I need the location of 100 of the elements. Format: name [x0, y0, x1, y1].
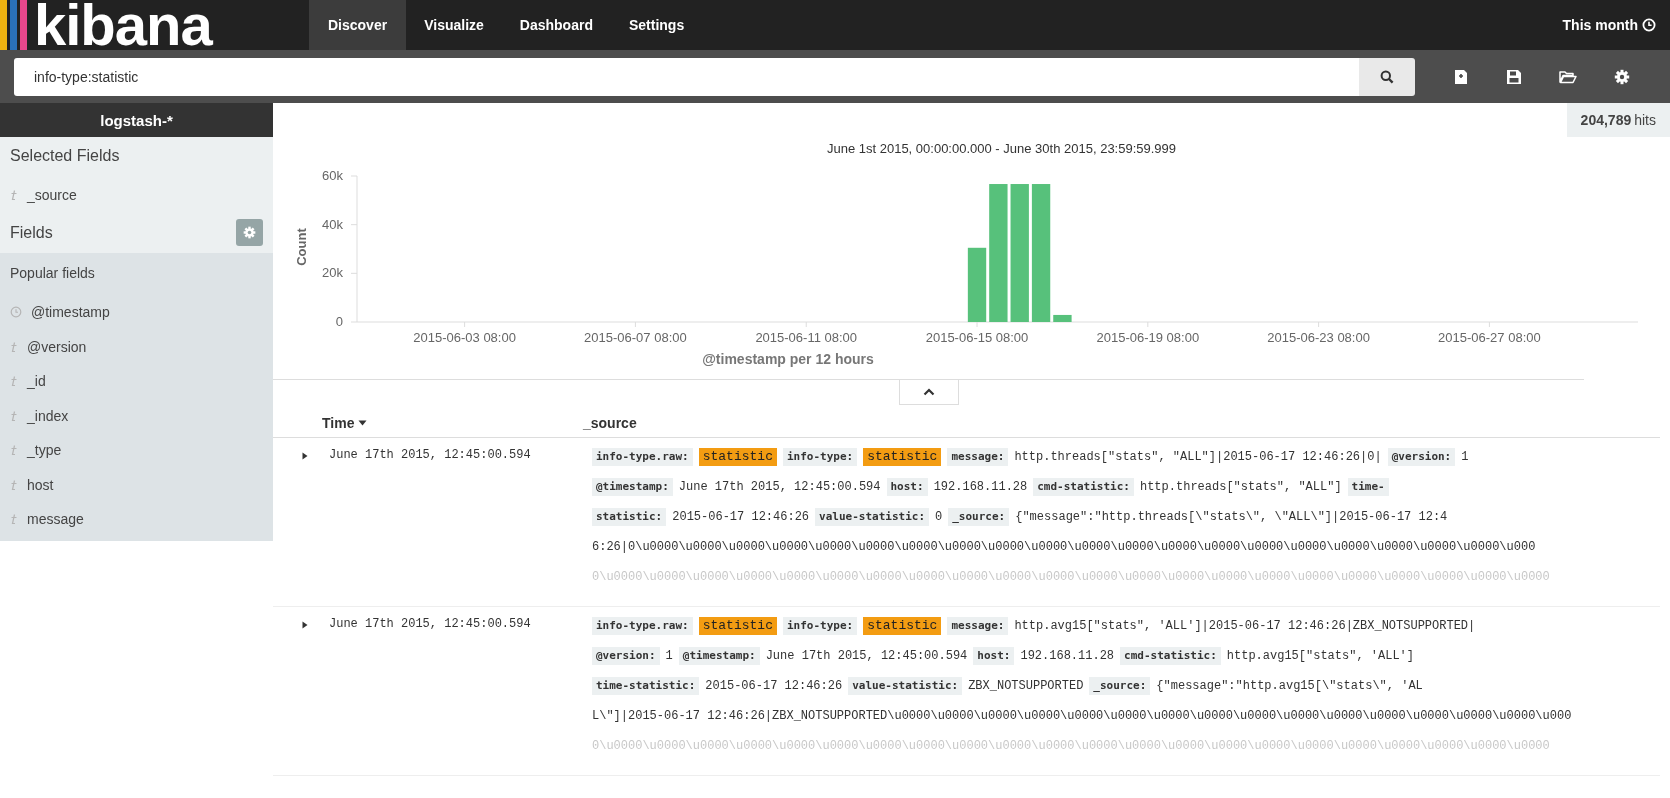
- field-value: 192.168.11.28: [933, 479, 1028, 496]
- field-key: value-statistic:: [815, 508, 930, 526]
- y-axis-label: Count: [294, 228, 309, 266]
- field-key: @version:: [1387, 448, 1456, 466]
- nav-tab[interactable]: Dashboard: [501, 0, 611, 50]
- expand-toggle-icon[interactable]: [302, 621, 308, 629]
- nav-tab[interactable]: Discover: [309, 0, 407, 50]
- field-key: @version:: [592, 647, 660, 665]
- field-key: _source:: [1089, 677, 1151, 695]
- field-key: @timestamp:: [678, 647, 760, 665]
- field-value: http.avg15["stats", 'ALL']|2015-06-17 12:46:26|ZBX_NOTSUPPORTED|: [1014, 618, 1476, 635]
- field-key: _source:: [948, 508, 1010, 526]
- string-type-icon: [10, 340, 18, 353]
- column-header[interactable]: _source: [583, 415, 637, 431]
- field-key: host:: [973, 647, 1015, 665]
- field-value: 2015-06-17 12:46:26: [672, 509, 810, 526]
- field-key: @timestamp:: [592, 478, 673, 496]
- x-tick-label: 2015-06-11 08:00: [755, 330, 858, 345]
- section-title: Popular fields: [10, 264, 96, 283]
- field-value: 2015-06-17 12:46:26: [705, 678, 843, 695]
- hits-count: 204,789 hits: [1566, 103, 1670, 137]
- y-tick-label: 20k: [322, 265, 343, 281]
- field-value: 1: [665, 648, 673, 665]
- field-value: ZBX_NOTSUPPORTED: [968, 678, 1084, 695]
- x-tick-label: 2015-06-07 08:00: [584, 330, 687, 345]
- chevron-up-icon: [922, 388, 935, 396]
- field-value: {"message":"http.avg15[\"stats\", 'AL: [1156, 678, 1423, 695]
- field-key: message:: [947, 448, 1009, 466]
- field-value: http.threads["stats", "ALL"]: [1139, 479, 1342, 496]
- clock-icon: [10, 306, 22, 319]
- field-item[interactable]: host: [10, 467, 263, 502]
- kibana-logo[interactable]: kibana: [0, 0, 309, 50]
- field-item[interactable]: _source: [10, 177, 263, 212]
- highlighted-value: statistic: [863, 617, 942, 635]
- nav-tab[interactable]: Settings: [610, 0, 703, 50]
- search-icon: [1380, 69, 1394, 84]
- highlighted-value: statistic: [698, 448, 777, 466]
- expand-toggle-icon[interactable]: [302, 452, 308, 460]
- table-cell-text: June 17th 2015, 12:45:00.594: [329, 448, 532, 462]
- field-key: time-: [1347, 478, 1389, 496]
- y-tick-label: 60k: [322, 168, 343, 183]
- highlighted-value: statistic: [863, 448, 942, 466]
- clock-icon: [1642, 18, 1656, 32]
- x-axis-label: @timestamp per 12 hours: [701, 351, 875, 367]
- field-key: time-statistic:: [592, 677, 700, 695]
- field-key: info-type.raw:: [592, 617, 693, 635]
- field-value: http.threads["stats", "ALL"]|2015-06-17 12:46:26|0|: [1014, 449, 1382, 466]
- field-key: statistic:: [592, 508, 667, 526]
- field-item[interactable]: _type: [10, 433, 263, 468]
- string-type-icon: [10, 444, 18, 457]
- index-pattern-title[interactable]: logstash-*: [0, 103, 273, 137]
- section-title: Fields: [10, 223, 53, 242]
- x-tick-label: 2015-06-27 08:00: [1438, 330, 1541, 345]
- string-type-icon: [10, 188, 18, 201]
- string-type-icon: [10, 478, 18, 491]
- field-value: June 17th 2015, 12:45:00.594: [678, 479, 881, 496]
- field-item[interactable]: _index: [10, 398, 263, 433]
- highlighted-value: statistic: [698, 617, 777, 635]
- settings-icon: [243, 226, 256, 239]
- field-key: message:: [947, 617, 1009, 635]
- x-tick-label: 2015-06-19 08:00: [1096, 330, 1200, 345]
- field-key: cmd-statistic:: [1120, 647, 1221, 665]
- y-tick-label: 0: [335, 314, 343, 329]
- new-document-icon[interactable]: [1453, 68, 1469, 85]
- string-type-icon: [10, 375, 18, 388]
- field-value: 1: [1461, 449, 1469, 466]
- field-key: host:: [886, 478, 928, 496]
- field-value: L\"]|2015-06-17 12:46:26|ZBX_NOTSUPPORTED\u0000\u0000\u0000\u0000\u0000\u0000\u0000\u0000\u0000\u0000\u0000\u0000\u0000\u0000\u0000\u000: [592, 708, 1572, 725]
- field-key: info-type:: [782, 617, 858, 635]
- chart-title: June 1st 2015, 00:00:00.000 - June 30th 2015, 23:59:59.999: [825, 141, 1178, 158]
- field-item[interactable]: @timestamp: [10, 295, 263, 330]
- field-value: 0: [935, 509, 943, 526]
- field-value: 192.168.11.28: [1020, 648, 1115, 665]
- time-picker[interactable]: This month: [1562, 0, 1670, 50]
- field-value: June 17th 2015, 12:45:00.594: [765, 648, 968, 665]
- x-tick-label: 2015-06-23 08:00: [1267, 330, 1370, 345]
- table-cell-text: June 17th 2015, 12:45:00.594: [329, 617, 532, 631]
- field-item[interactable]: message: [10, 502, 263, 537]
- y-tick-label: 40k: [322, 216, 343, 232]
- string-type-icon: [10, 513, 18, 526]
- search-button[interactable]: [1359, 57, 1415, 96]
- field-item[interactable]: @version: [10, 329, 263, 364]
- sort-caret-icon: [358, 420, 368, 426]
- field-key: value-statistic:: [848, 677, 963, 695]
- field-key: info-type.raw:: [592, 448, 693, 466]
- field-key: cmd-statistic:: [1033, 478, 1134, 496]
- column-header[interactable]: Time: [322, 415, 583, 431]
- x-tick-label: 2015-06-15 08:00: [925, 330, 1029, 345]
- field-settings-button[interactable]: [236, 219, 263, 246]
- field-value: {"message":"http.threads[\"stats\", \"ALL\"]|2015-06-17 12:4: [1015, 509, 1448, 526]
- search-field[interactable]: info-type:statistic: [14, 57, 1359, 96]
- field-key: info-type:: [782, 448, 858, 466]
- x-tick-label: 2015-06-03 08:00: [413, 330, 516, 345]
- section-title: Selected Fields: [10, 146, 121, 166]
- field-value: http.avg15["stats", 'ALL']: [1226, 648, 1414, 665]
- field-item[interactable]: _id: [10, 364, 263, 399]
- folder-icon[interactable]: [1559, 68, 1577, 85]
- nav-tab[interactable]: Visualize: [406, 0, 502, 50]
- settings-icon[interactable]: [1614, 68, 1630, 85]
- field-value: 6:26|0\u0000\u0000\u0000\u0000\u0000\u0000\u0000\u0000\u0000\u0000\u0000\u0000\u0000\u0000\u0000\u0000\u0000\u0000\u0000\u0000\u000: [592, 539, 1536, 556]
